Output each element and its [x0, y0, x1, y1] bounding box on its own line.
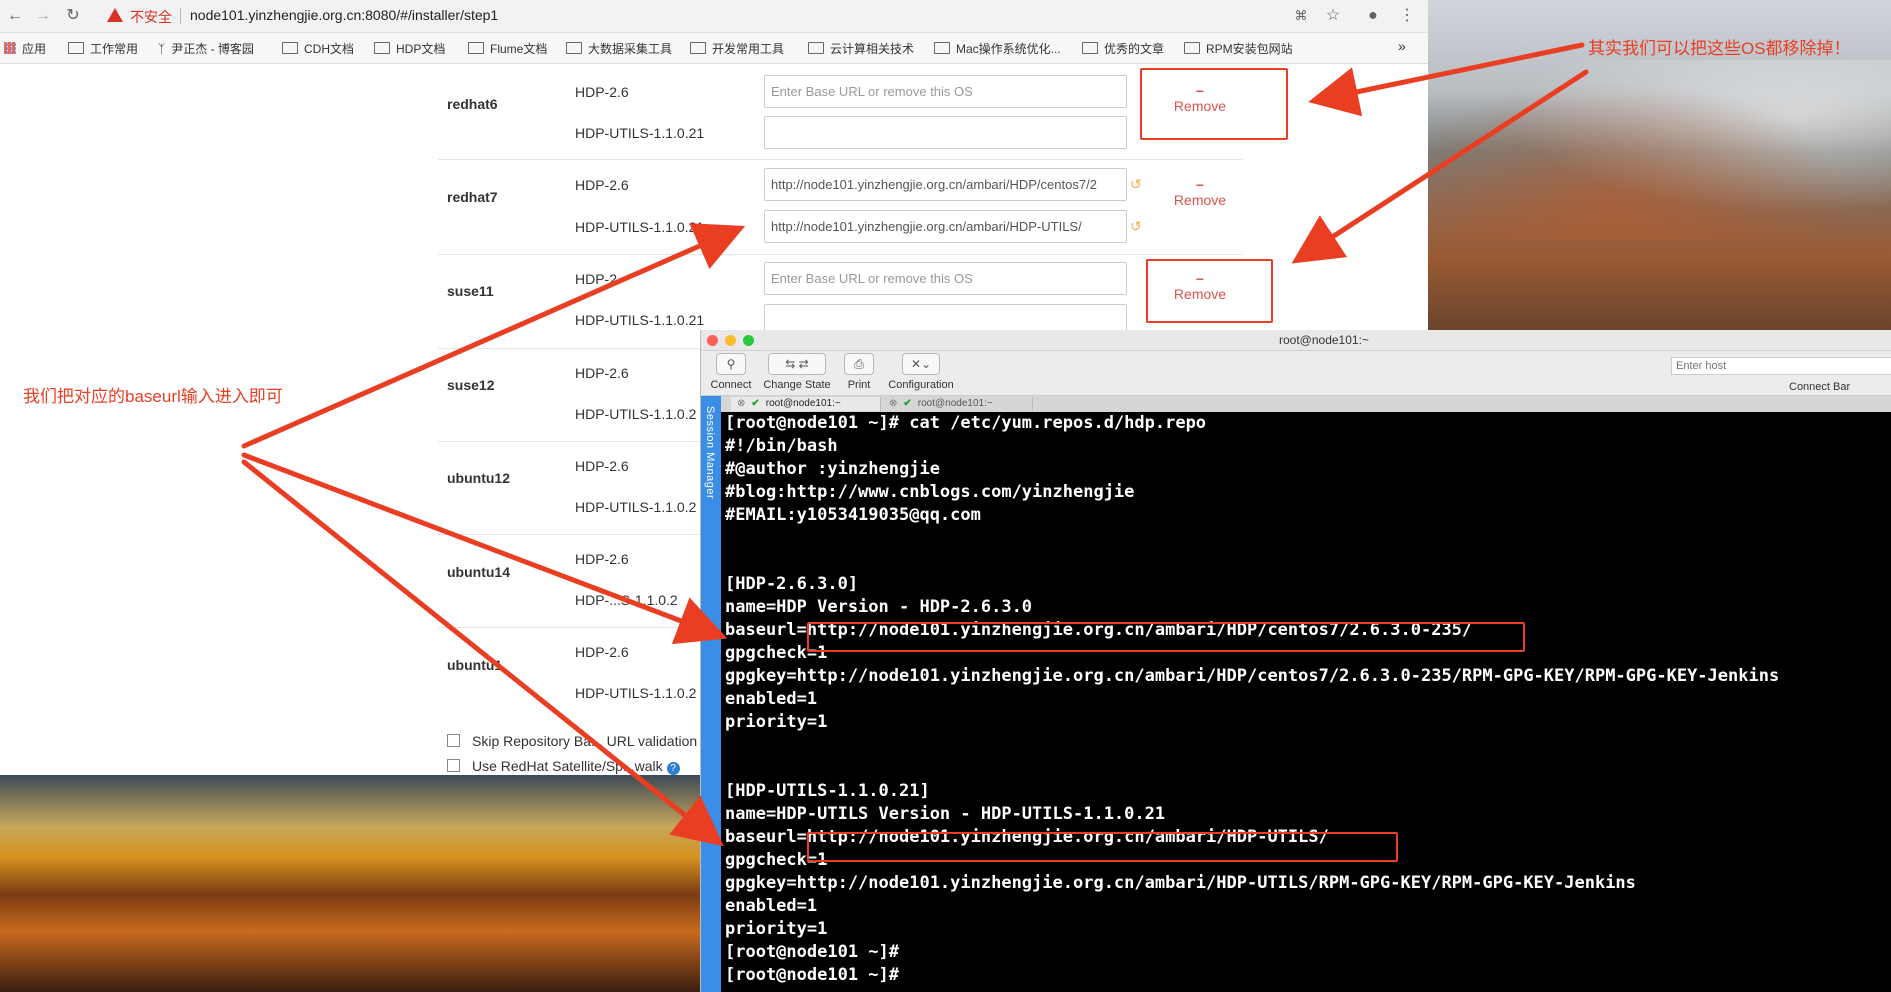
arrow-to-remove-suse11: [1291, 69, 1589, 264]
arrow-to-hdp-baseurl: [241, 452, 728, 645]
arrow-to-remove-redhat6: [1308, 42, 1585, 117]
arrow-to-utils-baseurl: [241, 459, 724, 847]
arrow-to-redhat7-input: [241, 223, 746, 449]
annotation-arrows: [241, 42, 1589, 847]
